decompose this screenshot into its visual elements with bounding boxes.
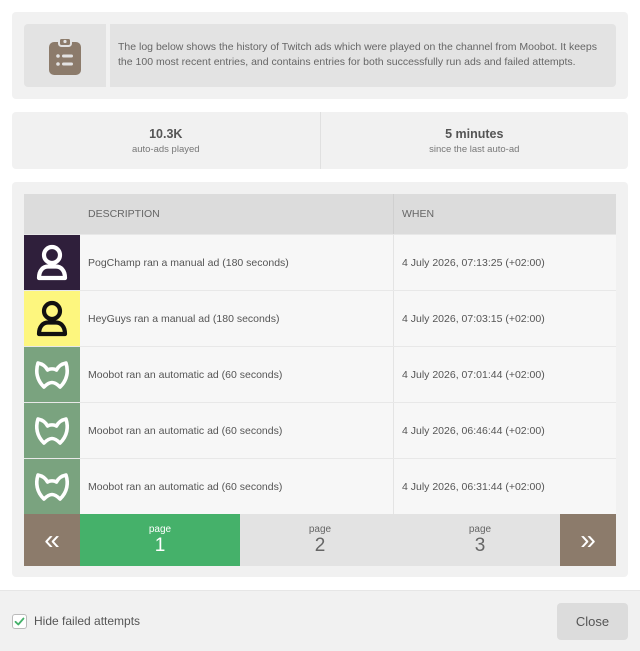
row-avatar [24,347,80,402]
row-when: 4 July 2026, 07:13:25 (+02:00) [393,235,616,290]
check-icon [14,617,25,626]
row-avatar [24,459,80,514]
header-icon-column [24,194,80,234]
next-page-label: » [580,524,596,555]
page-word: page [308,524,332,535]
moobot-icon [35,416,69,445]
page-word: page [468,524,492,535]
pagination: « page 1 page 2 page 3 » [24,514,616,566]
stat-label: since the last auto-ad [429,143,520,155]
page-button-3[interactable]: page 3 [400,514,560,566]
row-description: Moobot ran an automatic ad (60 seconds) [88,424,283,437]
page-number: 2 [314,535,326,556]
row-when: 4 July 2026, 06:31:44 (+02:00) [393,459,616,514]
hide-failed-checkbox[interactable] [12,614,27,629]
row-description: PogChamp ran a manual ad (180 seconds) [88,256,289,269]
header-when: WHEN [393,194,616,234]
ad-log-panel: DESCRIPTION WHEN PogChamp ran a manual a… [12,182,628,577]
ad-log-table: DESCRIPTION WHEN PogChamp ran a manual a… [24,194,616,566]
stat-since-last-auto-ad: 5 minutes since the last auto-ad [319,112,629,169]
page-button-2[interactable]: page 2 [240,514,400,566]
moobot-icon [35,472,69,501]
row-avatar [24,403,80,458]
table-row: HeyGuys ran a manual ad (180 seconds) 4 J… [24,290,616,346]
header-description: DESCRIPTION [88,208,160,220]
page-button-1[interactable]: page 1 [80,514,240,566]
row-avatar [24,235,80,290]
row-description: Moobot ran an automatic ad (60 seconds) [88,368,283,381]
table-header: DESCRIPTION WHEN [24,194,616,234]
stat-label: auto-ads played [131,143,200,155]
table-row: Moobot ran an automatic ad (60 seconds) 4… [24,402,616,458]
user-icon [36,244,68,280]
row-when: 4 July 2026, 06:46:44 (+02:00) [393,403,616,458]
clipboard-list-icon [49,36,81,75]
stat-auto-ads-played: 10.3K auto-ads played [12,112,320,169]
table-row: Moobot ran an automatic ad (60 seconds) 4… [24,346,616,402]
close-button[interactable]: Close [557,603,628,640]
row-avatar [24,291,80,346]
page-word: page [148,524,172,535]
moobot-icon [35,360,69,389]
table-body: PogChamp ran a manual ad (180 seconds) 4 … [24,234,616,514]
stat-value: 10.3K [149,126,183,141]
table-row: Moobot ran an automatic ad (60 seconds) 4… [24,458,616,514]
info-text: The log below shows the history of Twitc… [110,24,616,87]
page-number: 3 [474,535,486,556]
table-row: PogChamp ran a manual ad (180 seconds) 4 … [24,234,616,290]
prev-page-button[interactable]: « [24,514,80,566]
next-page-button[interactable]: » [560,514,616,566]
info-panel: The log below shows the history of Twitc… [12,12,628,99]
stat-value: 5 minutes [445,126,504,141]
dialog-footer: Hide failed attempts Close [0,590,640,651]
page-number: 1 [154,535,166,556]
stats-panel: 10.3K auto-ads played 5 minutes since th… [12,112,628,169]
info-icon-box [24,24,106,87]
row-when: 4 July 2026, 07:03:15 (+02:00) [393,291,616,346]
user-icon [36,300,68,336]
prev-page-label: « [44,524,60,555]
hide-failed-label[interactable]: Hide failed attempts [34,614,140,629]
row-description: Moobot ran an automatic ad (60 seconds) [88,480,283,493]
row-description: HeyGuys ran a manual ad (180 seconds) [88,312,280,325]
row-when: 4 July 2026, 07:01:44 (+02:00) [393,347,616,402]
